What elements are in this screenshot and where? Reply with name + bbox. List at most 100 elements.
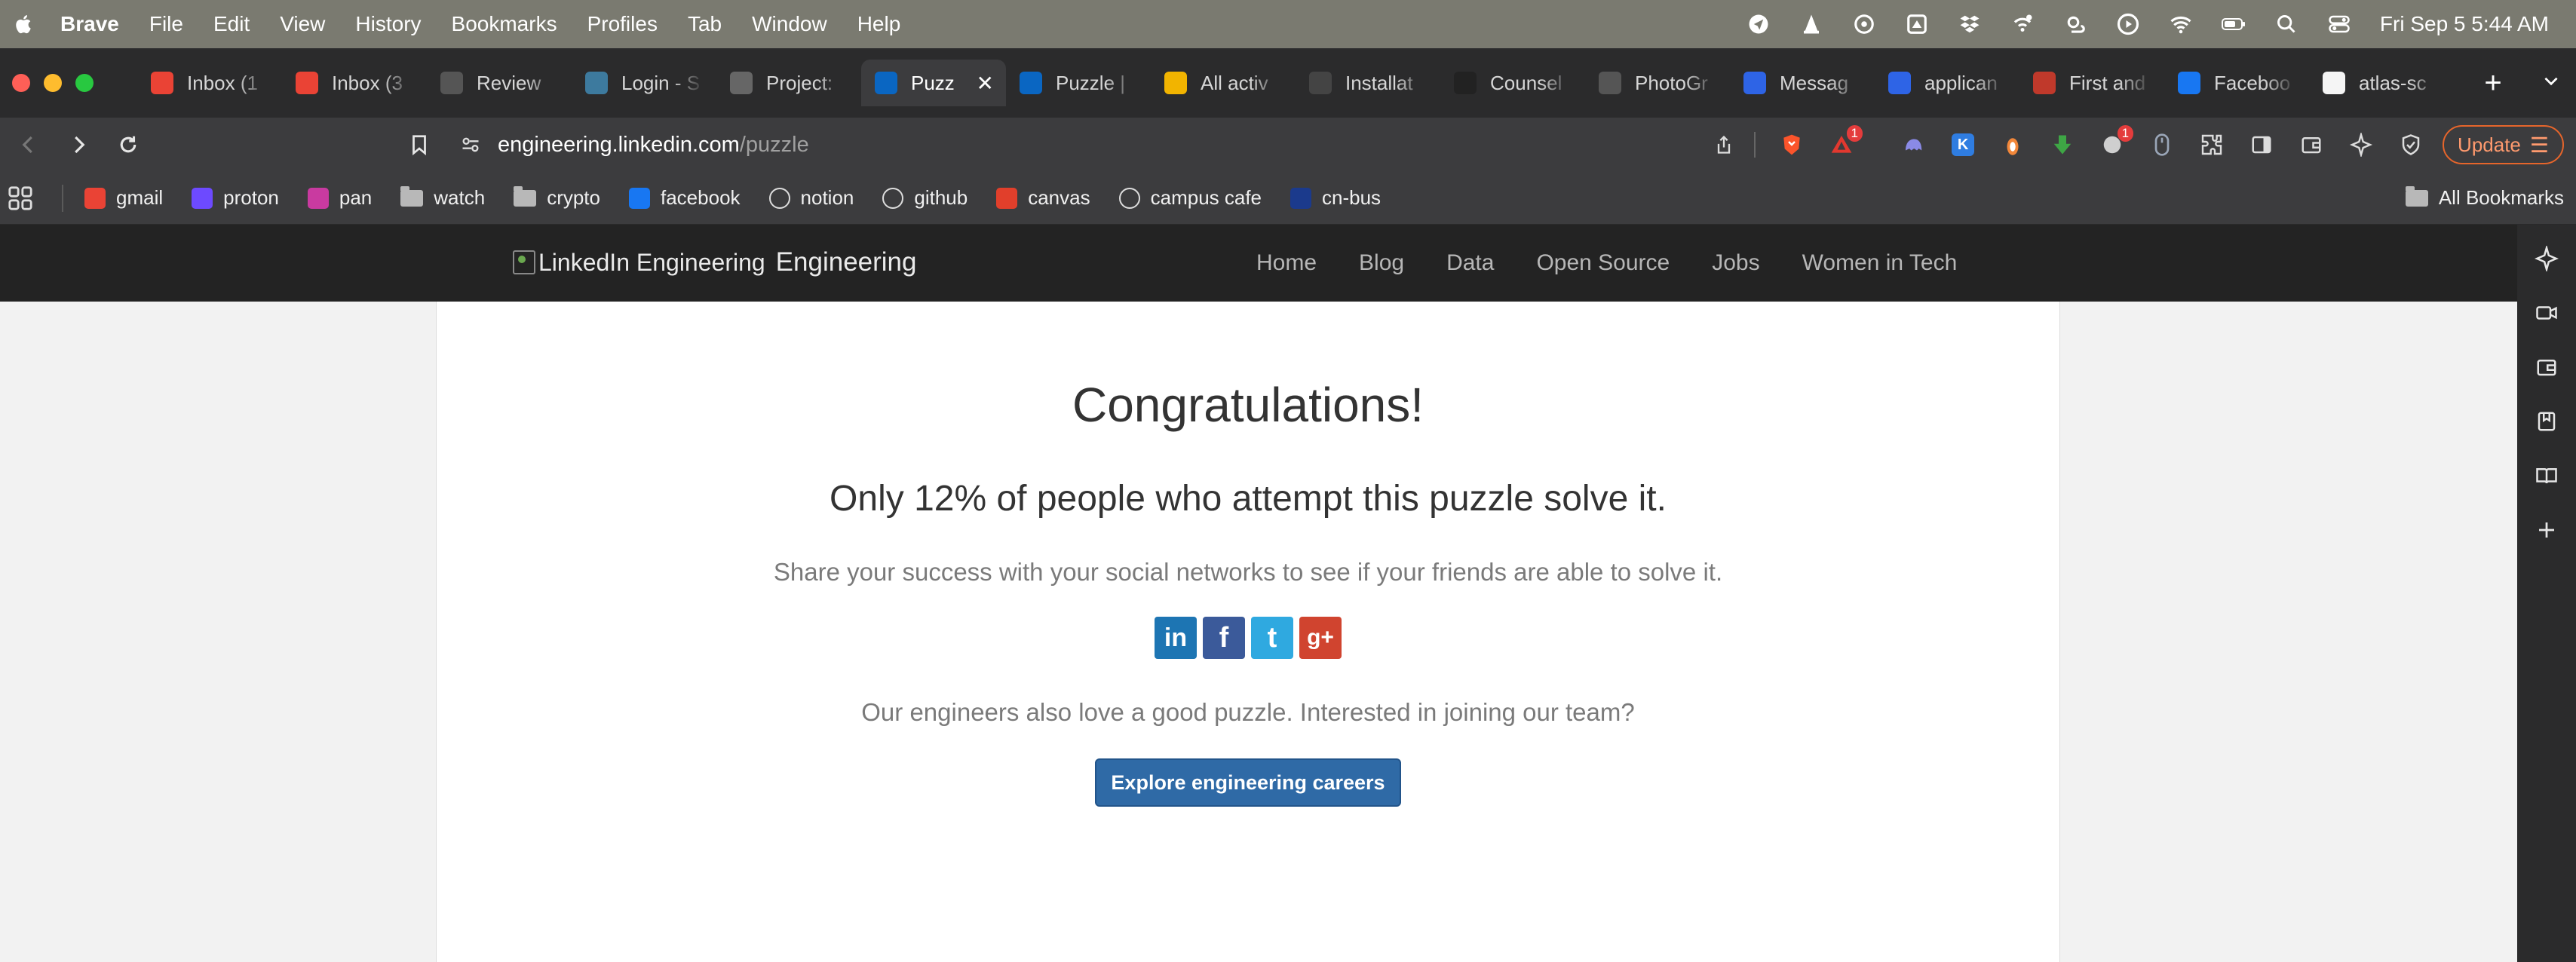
tab-10[interactable]: PhotoGr <box>1585 60 1730 106</box>
notification-extension-icon[interactable]: 1 <box>2099 125 2134 158</box>
play-status-icon[interactable] <box>2116 12 2140 36</box>
weather-status-icon[interactable] <box>2063 12 2087 36</box>
bookmark-cn-bus[interactable]: cn-bus <box>1290 186 1381 210</box>
spotlight-search-icon[interactable] <box>2274 12 2298 36</box>
leo-ai-icon[interactable] <box>2348 131 2375 158</box>
bookmark-gmail[interactable]: gmail <box>84 186 163 210</box>
tab-0[interactable]: Inbox (1 <box>137 60 282 106</box>
dropbox-status-icon[interactable] <box>1958 12 1982 36</box>
wallet-sidebar-icon[interactable] <box>2532 353 2561 381</box>
share-icon[interactable] <box>1710 131 1737 158</box>
nav-data[interactable]: Data <box>1446 250 1494 276</box>
forward-button[interactable] <box>57 124 100 166</box>
linkedin-share-icon[interactable]: in <box>1155 617 1197 659</box>
back-button[interactable] <box>8 124 50 166</box>
bookmark-campus-cafe[interactable]: campus cafe <box>1118 186 1262 210</box>
menu-file[interactable]: File <box>149 12 183 36</box>
update-button[interactable]: Update ☰ <box>2443 125 2564 164</box>
menu-bookmarks[interactable]: Bookmarks <box>452 12 557 36</box>
menu-tab[interactable]: Tab <box>688 12 722 36</box>
twitter-share-icon[interactable]: t <box>1251 617 1293 659</box>
tab-15[interactable]: atlas-sc <box>2309 60 2454 106</box>
bookmark-watch[interactable]: watch <box>400 185 485 210</box>
tab-14[interactable]: Faceboo <box>2164 60 2309 106</box>
googleplus-share-icon[interactable]: g+ <box>1299 617 1342 659</box>
apps-grid-icon[interactable] <box>8 185 33 211</box>
honey-extension-icon[interactable] <box>1999 131 2026 158</box>
vpn-shield-icon[interactable] <box>2397 131 2424 158</box>
tab-5[interactable]: Puzz ✕ <box>861 60 1006 106</box>
nav-blog[interactable]: Blog <box>1359 250 1404 276</box>
site-settings-icon[interactable] <box>460 134 481 155</box>
k-extension-icon[interactable]: K <box>1949 131 1976 158</box>
activity-icon <box>1164 72 1187 94</box>
control-center-icon[interactable] <box>2327 12 2351 36</box>
bookmark-notion[interactable]: notion <box>768 186 854 210</box>
tab-list-chevron-icon[interactable] <box>2541 71 2561 96</box>
video-sidebar-icon[interactable] <box>2532 299 2561 327</box>
menu-app-brave[interactable]: Brave <box>60 12 119 36</box>
brave-shields-icon[interactable] <box>1778 131 1805 158</box>
bookmark-proton[interactable]: proton <box>192 186 279 210</box>
tab-2[interactable]: Review <box>427 60 572 106</box>
new-tab-button[interactable]: + <box>2470 66 2516 100</box>
site-logo[interactable]: LinkedIn Engineering Engineering <box>513 247 916 277</box>
tab-3[interactable]: Login - S <box>572 60 716 106</box>
close-tab-icon[interactable]: ✕ <box>977 71 994 96</box>
battery-icon[interactable] <box>2221 12 2246 36</box>
mouse-extension-icon[interactable] <box>2148 131 2176 158</box>
send-status-icon[interactable] <box>1746 12 1771 36</box>
wifi-icon[interactable] <box>2169 12 2193 36</box>
drive-status-icon[interactable] <box>1905 12 1929 36</box>
bookmark-page-button[interactable] <box>398 124 440 166</box>
nav-home[interactable]: Home <box>1256 250 1317 276</box>
nav-jobs[interactable]: Jobs <box>1712 250 1759 276</box>
reading-list-sidebar-icon[interactable] <box>2532 461 2561 490</box>
bookmarks-sidebar-icon[interactable] <box>2532 407 2561 436</box>
apple-icon[interactable] <box>11 11 38 38</box>
close-window-button[interactable] <box>12 74 30 92</box>
leo-sidebar-icon[interactable] <box>2532 244 2561 273</box>
tab-12[interactable]: applican <box>1875 60 2019 106</box>
tab-4[interactable]: Project: <box>716 60 861 106</box>
nav-open-source[interactable]: Open Source <box>1536 250 1670 276</box>
tab-11[interactable]: Messag <box>1730 60 1875 106</box>
chatgpt-status-icon[interactable] <box>1852 12 1876 36</box>
download-extension-icon[interactable] <box>2049 131 2076 158</box>
wallet-icon[interactable] <box>2298 131 2325 158</box>
bookmark-github[interactable]: github <box>882 186 968 210</box>
extensions-puzzle-icon[interactable] <box>2198 131 2225 158</box>
bookmark-crypto[interactable]: crypto <box>514 185 600 210</box>
menu-window[interactable]: Window <box>752 12 827 36</box>
address-bar[interactable]: engineering.linkedin.com/puzzle 1 <box>460 124 1863 166</box>
menu-edit[interactable]: Edit <box>213 12 250 36</box>
add-sidebar-item-icon[interactable] <box>2532 516 2561 544</box>
reload-button[interactable] <box>107 124 149 166</box>
menu-history[interactable]: History <box>355 12 421 36</box>
bookmark-canvas[interactable]: canvas <box>996 186 1090 210</box>
bookmark-facebook[interactable]: facebook <box>629 186 741 210</box>
all-bookmarks-button[interactable]: All Bookmarks <box>2405 185 2564 210</box>
menubar-clock[interactable]: Fri Sep 5 5:44 AM <box>2380 12 2549 36</box>
network-status-icon[interactable] <box>2010 12 2035 36</box>
nav-women-in-tech[interactable]: Women in Tech <box>1802 250 1958 276</box>
minimize-window-button[interactable] <box>44 74 62 92</box>
bookmark-pan[interactable]: pan <box>307 186 372 210</box>
zoom-window-button[interactable] <box>75 74 94 92</box>
tab-1[interactable]: Inbox (3 <box>282 60 427 106</box>
canvas-icon <box>996 187 1018 209</box>
vlc-status-icon[interactable] <box>1799 12 1823 36</box>
sidebar-toggle-icon[interactable] <box>2248 131 2275 158</box>
menu-view[interactable]: View <box>280 12 325 36</box>
tab-8[interactable]: Installat <box>1296 60 1440 106</box>
facebook-share-icon[interactable]: f <box>1203 617 1245 659</box>
tab-7[interactable]: All activ <box>1151 60 1296 106</box>
tab-6[interactable]: Puzzle | <box>1006 60 1151 106</box>
menu-profiles[interactable]: Profiles <box>587 12 658 36</box>
explore-careers-button[interactable]: Explore engineering careers <box>1095 758 1401 807</box>
tab-13[interactable]: First and <box>2019 60 2164 106</box>
menu-help[interactable]: Help <box>857 12 901 36</box>
ghost-extension-icon[interactable] <box>1900 131 1927 158</box>
tab-9[interactable]: Counsel <box>1440 60 1585 106</box>
brave-rewards-icon[interactable]: 1 <box>1828 125 1863 158</box>
